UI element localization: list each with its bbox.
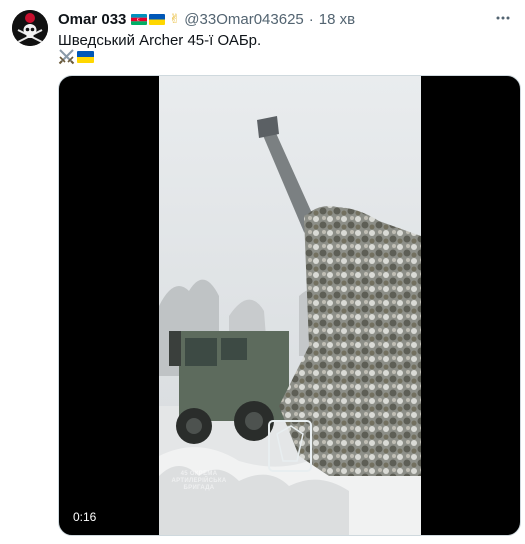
brigade-watermark: 45 ОКРЕМА АРТИЛЕРІЙСЬКА БРИГАДА xyxy=(171,471,227,491)
tweet-text: Шведський Archer 45-ї ОАБр. xyxy=(58,32,262,49)
avatar[interactable] xyxy=(12,10,48,46)
howitzer-image xyxy=(159,76,421,535)
tweet-card[interactable]: Omar 033 ✌ @33Omar043625 · 18 хв Шведськ… xyxy=(0,0,525,544)
video-duration: 0:16 xyxy=(67,509,103,525)
more-options-button[interactable] xyxy=(493,8,513,28)
azerbaijan-flag-icon xyxy=(131,13,148,25)
video-player[interactable]: 45 ОКРЕМА АРТИЛЕРІЙСЬКА БРИГАДА 0:16 xyxy=(58,75,521,536)
ellipsis-icon xyxy=(496,16,510,20)
tweet-header: Omar 033 ✌ @33Omar043625 · 18 хв xyxy=(58,9,355,29)
author-handle[interactable]: @33Omar043625 xyxy=(184,11,303,28)
ukraine-flag-icon xyxy=(149,13,166,25)
separator-dot: · xyxy=(308,10,314,28)
video-frame xyxy=(159,76,421,535)
crossed-swords-icon xyxy=(58,49,75,65)
hand-icon: ✌ xyxy=(169,11,181,26)
tweet-emoji-line xyxy=(58,48,96,65)
skull-avatar-icon xyxy=(12,10,48,46)
author-name[interactable]: Omar 033 xyxy=(58,11,126,28)
post-time[interactable]: 18 хв xyxy=(319,11,355,28)
ukraine-flag-icon xyxy=(77,50,94,63)
